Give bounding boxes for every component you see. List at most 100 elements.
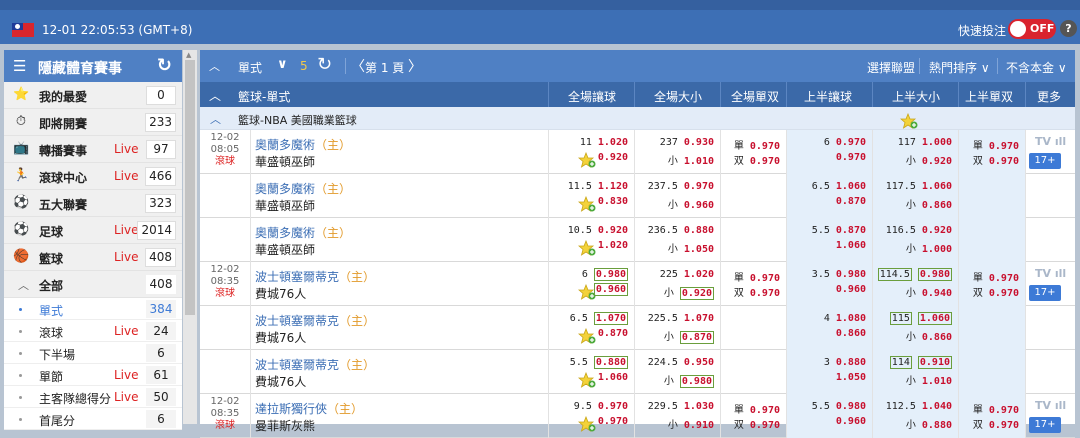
odds-cell-c4[interactable]: 5.5 0.980 0.960 [786,394,872,438]
away-team[interactable]: 曼菲斯灰熊 [255,417,315,434]
tv-icon[interactable]: TV ıll [1035,267,1066,280]
odds-cell-c1[interactable]: 10.5 0.920 1.020 [548,218,634,262]
sidebar-title[interactable]: 隱藏體育賽事 [38,58,122,78]
sidebar-item[interactable]: ⚽ 足球 Live 2014 [4,217,182,244]
odds-cell-c5[interactable]: 117.5 1.060 小 0.860 [872,174,958,218]
odds-cell-c2[interactable]: 236.5 0.880 小 1.050 [634,218,720,262]
sidebar-subitem[interactable]: 單節 Live 61 [4,364,182,386]
odds-cell-c5[interactable]: 117 1.000 小 0.920 [872,130,958,174]
collapse-caret-icon[interactable]: ︿ [209,58,220,74]
collapse-caret-icon[interactable]: ︿ [210,111,221,127]
chevron-down-icon[interactable]: ∨ [277,57,288,72]
league-row[interactable]: ︿ 籃球-NBA 美國職業籃球 [200,107,1075,130]
odds-cell-c1[interactable]: 6 0.980 0.960 [548,262,634,306]
refresh-icon[interactable]: ↻ [317,54,332,75]
mode-label[interactable]: 單式 [238,59,262,76]
odds-cell-c4[interactable]: 3.5 0.980 0.960 [786,262,872,306]
more-cell: TV ıll 17+ [1025,130,1075,174]
home-team[interactable]: 達拉斯獨行俠（主） [255,400,363,417]
tv-icon[interactable]: TV ıll [1035,135,1066,148]
home-team[interactable]: 波士頓塞爾蒂克（主） [255,268,375,285]
help-button[interactable]: ? [1060,20,1077,37]
odds-cell-c1[interactable]: 11.5 1.120 0.830 [548,174,634,218]
away-team[interactable]: 華盛頓巫師 [255,197,315,214]
home-team[interactable]: 波士頓塞爾蒂克（主） [255,356,375,373]
sidebar-item[interactable]: ⚽ 五大聯賽 323 [4,190,182,217]
sidebar-item[interactable]: ⏱ 即將開賽 233 [4,109,182,136]
sidebar-subitem[interactable]: 首尾分 6 [4,408,182,430]
sidebar-item[interactable]: ⭐ 我的最愛 0 [4,82,182,109]
odds-cell-c1[interactable]: 6.5 1.070 0.870 [548,306,634,350]
away-team[interactable]: 華盛頓巫師 [255,153,315,170]
prev-page-button[interactable]: 〈 [351,56,365,76]
sidebar-subitem[interactable]: 滾球 Live 24 [4,320,182,342]
collapse-caret-icon[interactable]: ︿ [209,87,221,104]
odds-cell-c2[interactable]: 224.5 0.950 小 0.980 [634,350,720,394]
odds-cell-c5[interactable]: 116.5 0.920 小 1.000 [872,218,958,262]
more-markets-button[interactable]: 17+ [1029,153,1061,169]
menu-icon[interactable]: ☰ [13,57,26,75]
sidebar-subitem-label: 滾球 [39,326,64,340]
home-team[interactable]: 奧蘭多魔術（主） [255,180,351,197]
odds-cell-c6[interactable] [958,174,1025,218]
odds-cell-c3[interactable]: 單 0.970 双 0.970 [720,262,786,306]
sidebar-subitem[interactable]: 主客隊總得分 Live 50 [4,386,182,408]
sidebar-item[interactable]: 📺 轉播賽事 Live 97 [4,136,182,163]
odds-cell-c5[interactable]: 114.5 0.980 小 0.940 [872,262,958,306]
odds-cell-c3[interactable] [720,306,786,350]
odds-cell-c5[interactable]: 114 0.910 小 1.010 [872,350,958,394]
odds-cell-c5[interactable]: 115 1.060 小 0.860 [872,306,958,350]
more-markets-button[interactable]: 17+ [1029,285,1061,301]
odds-cell-c6[interactable]: 單 0.970 双 0.970 [958,130,1025,174]
odds-cell-c2[interactable]: 225.5 1.070 小 0.870 [634,306,720,350]
select-league-button[interactable]: 選擇聯盟 [867,59,915,76]
sidebar-subitem[interactable]: 單式 384 [4,298,182,320]
odds-cell-c4[interactable]: 3 0.880 1.050 [786,350,872,394]
away-team[interactable]: 華盛頓巫師 [255,241,315,258]
odds-cell-c2[interactable]: 225 1.020 小 0.920 [634,262,720,306]
away-team[interactable]: 費城76人 [255,285,306,302]
odds-cell-c6[interactable] [958,218,1025,262]
odds-cell-c6[interactable] [958,350,1025,394]
sidebar-item[interactable]: 🏀 籃球 Live 408 [4,244,182,271]
refresh-icon[interactable]: ↻ [157,55,172,76]
away-team[interactable]: 費城76人 [255,329,306,346]
odds-cell-c6[interactable]: 單 0.970 双 0.970 [958,262,1025,306]
odds-cell-c2[interactable]: 229.5 1.030 小 0.910 [634,394,720,438]
match-time: 12-02 08:35 滾球 [210,396,240,431]
sidebar-all[interactable]: ︿ 全部 408 [4,271,182,298]
odds-cell-c1[interactable]: 9.5 0.970 0.970 [548,394,634,438]
away-team[interactable]: 費城76人 [255,373,306,390]
live-badge: Live [114,142,139,156]
sidebar-scrollbar[interactable]: ▲ [183,50,197,424]
odds-cell-c1[interactable]: 5.5 0.880 1.060 [548,350,634,394]
odds-cell-c1[interactable]: 11 1.020 0.920 [548,130,634,174]
tv-icon[interactable]: TV ıll [1035,399,1066,412]
odds-cell-c4[interactable]: 4 1.080 0.860 [786,306,872,350]
odds-cell-c6[interactable] [958,306,1025,350]
odds-cell-c4[interactable]: 5.5 0.870 1.060 [786,218,872,262]
home-team[interactable]: 波士頓塞爾蒂克（主） [255,312,375,329]
odds-cell-c2[interactable]: 237.5 0.970 小 0.960 [634,174,720,218]
odds-cell-c3[interactable]: 單 0.970 双 0.970 [720,130,786,174]
more-markets-button[interactable]: 17+ [1029,417,1061,433]
home-team[interactable]: 奧蘭多魔術（主） [255,136,351,153]
odds-cell-c2[interactable]: 237 0.930 小 1.010 [634,130,720,174]
odds-cell-c3[interactable] [720,218,786,262]
sidebar-subitem-count: 50 [146,388,176,406]
sidebar-subitem[interactable]: 下半場 6 [4,342,182,364]
odds-cell-c4[interactable]: 6.5 1.060 0.870 [786,174,872,218]
stake-dropdown[interactable]: 不含本金 ∨ [1006,59,1067,76]
sidebar-item[interactable]: 🏃 滾球中心 Live 466 [4,163,182,190]
odds-cell-c4[interactable]: 6 0.970 0.970 [786,130,872,174]
hot-sort-dropdown[interactable]: 熱門排序 ∨ [929,59,990,76]
odds-cell-c3[interactable] [720,350,786,394]
odds-cell-c6[interactable]: 單 0.970 双 0.970 [958,394,1025,438]
quick-bet-toggle[interactable]: OFF [1008,19,1056,39]
page-indicator: 第 1 頁 [365,61,405,75]
home-team[interactable]: 奧蘭多魔術（主） [255,224,351,241]
odds-cell-c5[interactable]: 112.5 1.040 小 0.880 [872,394,958,438]
odds-cell-c3[interactable]: 單 0.970 双 0.970 [720,394,786,438]
odds-cell-c3[interactable] [720,174,786,218]
next-page-button[interactable]: 〉 [408,56,422,76]
